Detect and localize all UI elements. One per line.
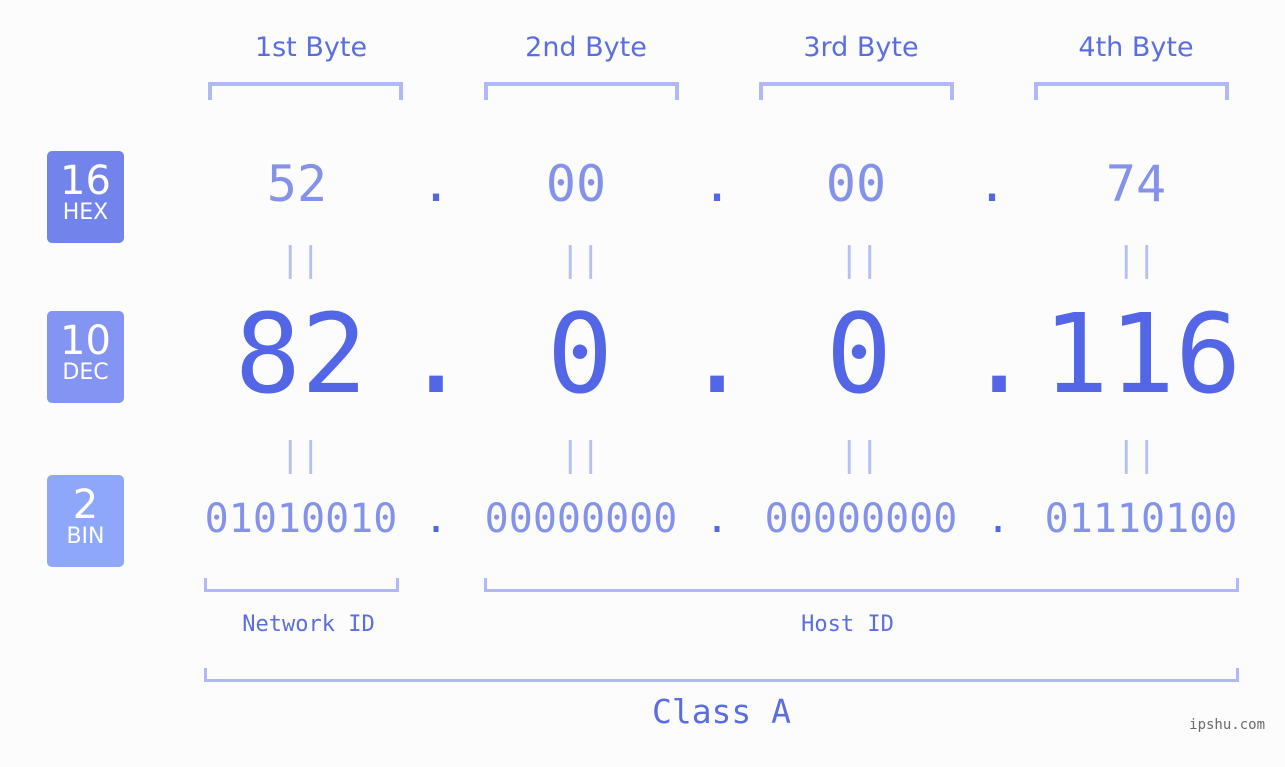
dec-dot-2: . [684,290,751,418]
equals-icon: || [1116,435,1157,475]
dec-base-label: DEC [62,360,109,385]
bin-dot-3: . [985,496,1011,542]
hex-byte-3: 00 [825,155,887,213]
byte-header-4: 4th Byte [1078,32,1194,63]
dec-byte-1: 82 [234,290,368,418]
byte-header-2: 2nd Byte [525,32,647,63]
equals-icon: || [560,240,601,280]
bin-byte-2: 00000000 [484,496,678,542]
byte-bracket-2 [484,82,679,100]
byte-header-1: 1st Byte [254,32,368,63]
hex-dot-2: . [701,155,733,213]
class-bracket [204,668,1239,682]
dec-dot-1: . [403,290,470,418]
dec-byte-4: 116 [1042,290,1242,418]
byte-bracket-1 [208,82,403,100]
equals-icon: || [1116,240,1157,280]
hex-byte-2: 00 [545,155,607,213]
equals-icon: || [839,435,880,475]
hex-byte-4: 74 [1105,155,1167,213]
equals-icon: || [560,435,601,475]
equals-icon: || [280,435,321,475]
host-id-bracket [484,578,1239,592]
bin-byte-4: 01110100 [1044,496,1238,542]
bin-base-label: BIN [66,524,105,549]
hex-dot-3: . [976,155,1008,213]
dec-byte-2: 0 [546,290,614,418]
watermark: ipshu.com [1189,717,1265,733]
equals-icon: || [280,240,321,280]
dec-base-number: 10 [60,318,111,364]
dec-badge: 10 DEC [47,311,124,403]
host-id-label: Host ID [801,612,894,637]
hex-badge: 16 HEX [47,151,124,243]
network-id-bracket [204,578,399,592]
bin-byte-3: 00000000 [764,496,958,542]
hex-dot-1: . [420,155,452,213]
bin-badge: 2 BIN [47,475,124,567]
bin-dot-2: . [704,496,730,542]
equals-icon: || [839,240,880,280]
dec-byte-3: 0 [825,290,893,418]
byte-bracket-3 [759,82,954,100]
dec-dot-3: . [966,290,1033,418]
hex-base-label: HEX [62,200,109,225]
hex-base-number: 16 [60,158,111,204]
ip-class-label: Class A [651,692,792,731]
bin-base-number: 2 [72,482,99,528]
hex-byte-1: 52 [266,155,328,213]
byte-bracket-4 [1034,82,1229,100]
byte-header-3: 3rd Byte [803,32,919,63]
network-id-label: Network ID [242,612,375,637]
bin-dot-1: . [423,496,449,542]
bin-byte-1: 01010010 [204,496,398,542]
